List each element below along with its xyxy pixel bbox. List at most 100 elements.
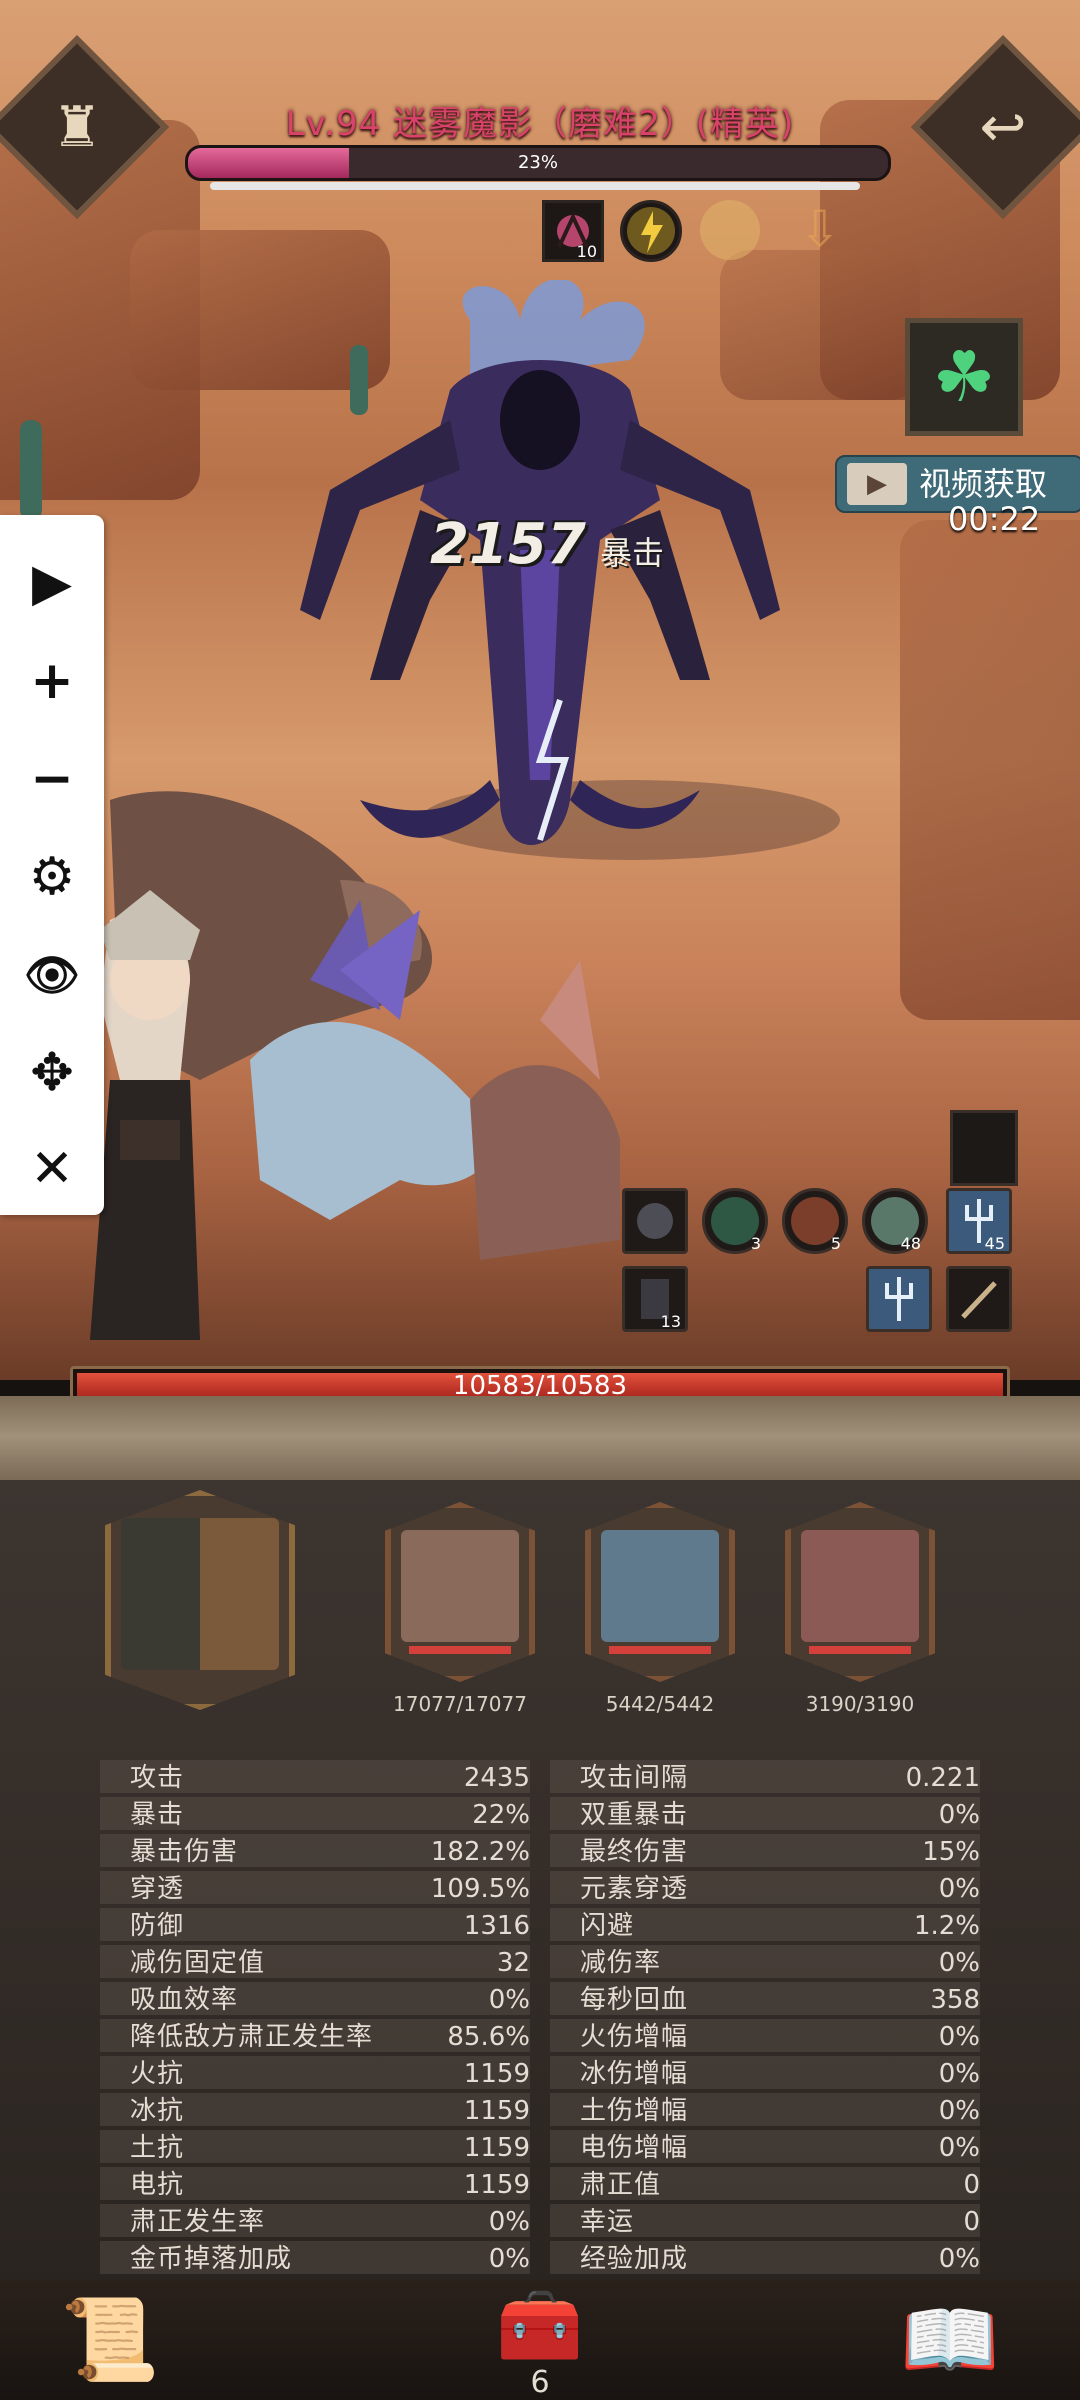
settings-button[interactable]: ⚙ [0, 829, 104, 925]
stat-cell-left: 金币掉落加成 0% [100, 2241, 530, 2274]
stat-value: 2435 [463, 1763, 530, 1793]
stat-cell-left: 火抗 1159 [100, 2056, 530, 2089]
hero-portrait[interactable] [105, 1490, 295, 1710]
stat-row: 电抗 1159 肃正值 0 [100, 2165, 980, 2202]
stat-label: 每秒回血 [580, 1985, 689, 2015]
pet-hp-bar [609, 1646, 711, 1654]
stat-row: 冰抗 1159 土伤增幅 0% [100, 2091, 980, 2128]
stat-cell-right: 火伤增幅 0% [550, 2019, 980, 2052]
close-button[interactable]: ✕ [0, 1121, 104, 1217]
stat-value: 109.5% [430, 1874, 530, 1904]
boss-hp-percent: 23% [517, 152, 558, 173]
stat-cell-right: 最终伤害 15% [550, 1834, 980, 1867]
boss-hp-bar: 23% [185, 145, 891, 181]
stat-label: 土抗 [130, 2133, 185, 2163]
pet-portrait-bear[interactable] [385, 1502, 535, 1682]
skill-count: 48 [900, 1234, 921, 1253]
pet-hp-bar [809, 1646, 911, 1654]
stat-value: 182.2% [430, 1837, 530, 1867]
stat-cell-right: 经验加成 0% [550, 2241, 980, 2274]
move-icon: ✥ [30, 1043, 74, 1103]
skill-slot[interactable]: 5 [782, 1188, 848, 1254]
skill-slot[interactable]: 45 [946, 1188, 1012, 1254]
pet-portrait-wolf[interactable] [585, 1502, 735, 1682]
hero-skill-slot-empty[interactable] [950, 1110, 1018, 1186]
stat-cell-right: 每秒回血 358 [550, 1982, 980, 2015]
stat-label: 金币掉落加成 [130, 2244, 293, 2274]
stat-label: 双重暴击 [580, 1800, 689, 1830]
stat-cell-left: 土抗 1159 [100, 2130, 530, 2163]
stat-value: 1.2% [913, 1911, 980, 1941]
skill-count: 13 [660, 1312, 681, 1331]
stat-row: 火抗 1159 冰伤增幅 0% [100, 2054, 980, 2091]
hero-face [121, 1518, 279, 1670]
play-button[interactable]: ▶ [0, 535, 104, 631]
stat-label: 冰伤增幅 [580, 2059, 689, 2089]
trident-skill-icon-2 [885, 1277, 913, 1321]
skill-slot[interactable]: 48 [862, 1188, 928, 1254]
stat-cell-right: 电伤增幅 0% [550, 2130, 980, 2163]
stat-label: 肃正发生率 [130, 2207, 266, 2237]
stat-cell-right: 肃正值 0 [550, 2167, 980, 2200]
stat-row: 暴击 22% 双重暴击 0% [100, 1795, 980, 1832]
skill-slot[interactable] [866, 1266, 932, 1332]
stat-value: 0% [938, 2022, 980, 2052]
view-button[interactable]: 👁 [0, 927, 104, 1023]
stat-value: 0% [938, 2133, 980, 2163]
stat-value: 0% [938, 1948, 980, 1978]
stat-cell-left: 肃正发生率 0% [100, 2204, 530, 2237]
gear-icon: ⚙ [28, 847, 76, 907]
stat-value: 0% [938, 2059, 980, 2089]
critical-tag: 暴击 [600, 534, 665, 572]
boss-shield-bar [210, 182, 860, 190]
zoom-in-button[interactable]: + [0, 633, 104, 729]
stat-value: 0% [938, 2244, 980, 2274]
bear-hp: 17077/17077 [393, 1692, 527, 1716]
stat-value: 1316 [463, 1911, 530, 1941]
stats-list: 攻击 2435 攻击间隔 0.221 暴击 22% 双重暴击 0% 暴击伤害 182.2% 最终伤害… [100, 1758, 980, 2276]
skill-slot[interactable] [622, 1188, 688, 1254]
stat-label: 土伤增幅 [580, 2096, 689, 2126]
stat-cell-left: 攻击 2435 [100, 1760, 530, 1793]
stat-cell-right: 土伤增幅 0% [550, 2093, 980, 2126]
pet-portrait-boar[interactable] [785, 1502, 935, 1682]
stat-row: 吸血效率 0% 每秒回血 358 [100, 1980, 980, 2017]
stat-label: 减伤率 [580, 1948, 662, 1978]
chest-icon: 🧰 [496, 2283, 584, 2366]
stat-row: 肃正发生率 0% 幸运 0 [100, 2202, 980, 2239]
skill-slot[interactable]: 3 [702, 1188, 768, 1254]
boss-buff-lightning[interactable] [620, 200, 682, 262]
video-timer: 00:22 [948, 500, 1041, 538]
stat-value: 0 [963, 2170, 980, 2200]
dark-skill-icon [637, 1203, 673, 1239]
stat-value: 1159 [463, 2170, 530, 2200]
stat-label: 攻击间隔 [580, 1763, 689, 1793]
pet-hp-bar [409, 1646, 511, 1654]
stat-cell-left: 降低敌方肃正发生率 85.6% [100, 2019, 530, 2052]
stat-label: 暴击 [130, 1800, 185, 1830]
stat-row: 穿透 109.5% 元素穿透 0% [100, 1869, 980, 1906]
stat-row: 暴击伤害 182.2% 最终伤害 15% [100, 1832, 980, 1869]
floating-toolbar: ▶ + − ⚙ 👁 ✥ ✕ [0, 515, 104, 1215]
stat-value: 1159 [463, 2059, 530, 2089]
stat-label: 减伤固定值 [130, 1948, 266, 1978]
skill-slot[interactable]: 13 [622, 1266, 688, 1332]
stat-cell-left: 吸血效率 0% [100, 1982, 530, 2015]
stat-label: 最终伤害 [580, 1837, 689, 1867]
bear-face [401, 1530, 519, 1642]
stat-value: 0% [488, 2207, 530, 2237]
move-button[interactable]: ✥ [0, 1025, 104, 1121]
boss-buff-claw[interactable]: 10 [542, 200, 604, 262]
damage-number: 2157 [430, 512, 586, 577]
stat-label: 幸运 [580, 2207, 635, 2237]
stat-cell-right: 减伤率 0% [550, 1945, 980, 1978]
skill-slot[interactable] [946, 1266, 1012, 1332]
stat-value: 85.6% [447, 2022, 530, 2052]
stat-label: 暴击伤害 [130, 1837, 239, 1867]
boar-hp: 3190/3190 [805, 1692, 915, 1716]
zoom-out-button[interactable]: − [0, 731, 104, 827]
play-icon: ▶ [32, 553, 72, 613]
stat-value: 22% [472, 1800, 530, 1830]
clover-icon[interactable]: ☘ [905, 318, 1023, 436]
treasure-chest-button[interactable]: 🧰 [470, 2270, 610, 2380]
